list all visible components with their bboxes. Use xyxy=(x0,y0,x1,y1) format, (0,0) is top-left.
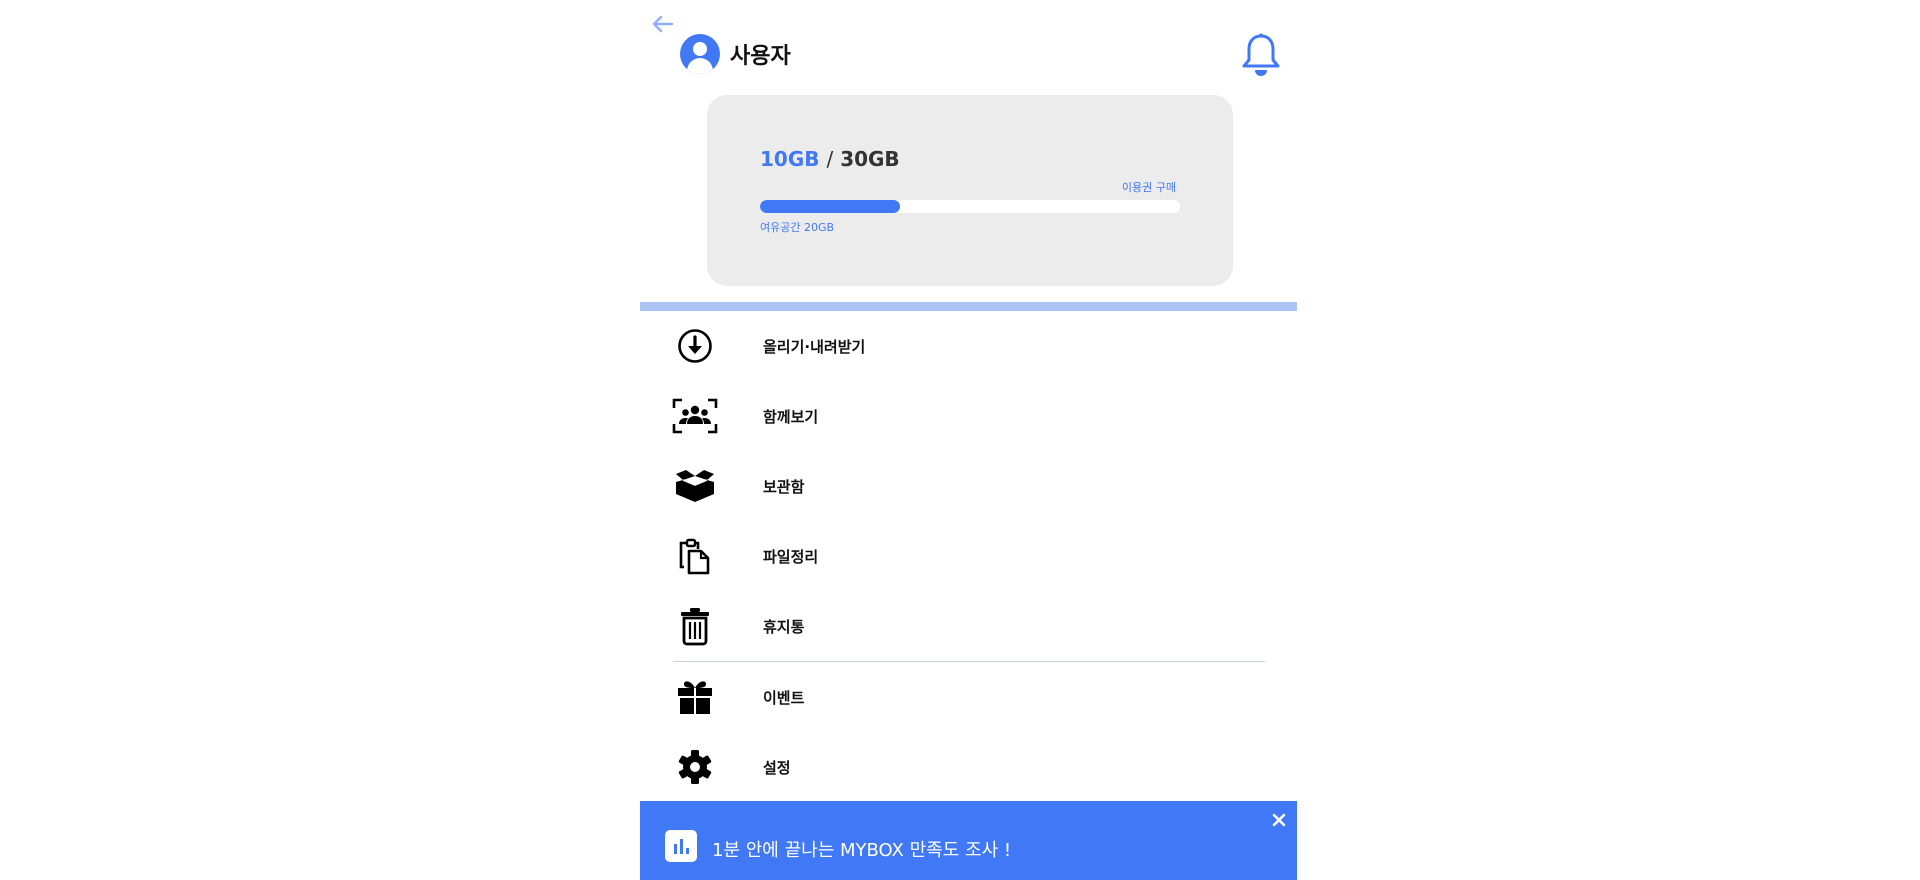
user-avatar-icon xyxy=(680,34,720,74)
notification-button[interactable] xyxy=(1240,32,1282,78)
storage-progress-bar xyxy=(760,200,1180,213)
close-icon xyxy=(1272,813,1286,827)
storage-separator: / xyxy=(826,147,834,171)
menu-item-upload-download[interactable]: 올리기·내려받기 xyxy=(640,311,1297,381)
bar-chart-icon xyxy=(665,830,697,862)
user-profile[interactable]: 사용자 xyxy=(680,34,791,74)
menu-item-shared-view[interactable]: 함께보기 xyxy=(640,381,1297,451)
gear-icon xyxy=(672,744,718,790)
menu-item-label: 이벤트 xyxy=(763,688,805,707)
banner-close-button[interactable] xyxy=(1269,810,1289,830)
survey-banner[interactable]: 1분 안에 끝나는 MYBOX 만족도 조사 ! xyxy=(640,801,1297,880)
menu-item-label: 보관함 xyxy=(763,477,805,496)
app-screen: 사용자 10GB / 30GB 이용권 구매 여유공간 20GB 올리기·내려받… xyxy=(640,0,1297,880)
menu-list: 올리기·내려받기 함께보기 보관함 파일정리 휴지통 이벤트 설정 xyxy=(640,311,1297,802)
group-scan-icon xyxy=(672,393,718,439)
open-box-icon xyxy=(672,463,718,509)
menu-item-storage-box[interactable]: 보관함 xyxy=(640,451,1297,521)
menu-item-settings[interactable]: 설정 xyxy=(640,732,1297,802)
bell-icon xyxy=(1242,33,1280,76)
storage-used: 10GB xyxy=(760,147,820,171)
trash-icon xyxy=(672,603,718,649)
menu-item-label: 함께보기 xyxy=(763,407,819,426)
menu-item-trash[interactable]: 휴지통 xyxy=(640,591,1297,661)
back-button[interactable] xyxy=(648,10,676,38)
storage-total: 30GB xyxy=(840,147,900,171)
survey-banner-text: 1분 안에 끝나는 MYBOX 만족도 조사 ! xyxy=(712,840,1012,861)
menu-item-label: 휴지통 xyxy=(763,617,805,636)
section-divider xyxy=(640,302,1297,311)
storage-progress-fill xyxy=(760,200,900,213)
menu-item-file-organize[interactable]: 파일정리 xyxy=(640,521,1297,591)
arrow-left-icon xyxy=(652,15,674,33)
storage-amount: 10GB / 30GB xyxy=(760,147,900,171)
menu-item-event[interactable]: 이벤트 xyxy=(640,662,1297,732)
gift-icon xyxy=(672,674,718,720)
menu-item-label: 파일정리 xyxy=(763,547,819,566)
download-circle-icon xyxy=(672,323,718,369)
storage-card: 10GB / 30GB 이용권 구매 여유공간 20GB xyxy=(707,95,1233,286)
buy-plan-link[interactable]: 이용권 구매 xyxy=(1122,179,1176,195)
free-space-label: 여유공간 20GB xyxy=(760,221,835,234)
menu-item-label: 설정 xyxy=(763,758,791,777)
menu-item-label: 올리기·내려받기 xyxy=(763,337,866,356)
user-name: 사용자 xyxy=(730,44,791,69)
clipboard-files-icon xyxy=(672,533,718,579)
